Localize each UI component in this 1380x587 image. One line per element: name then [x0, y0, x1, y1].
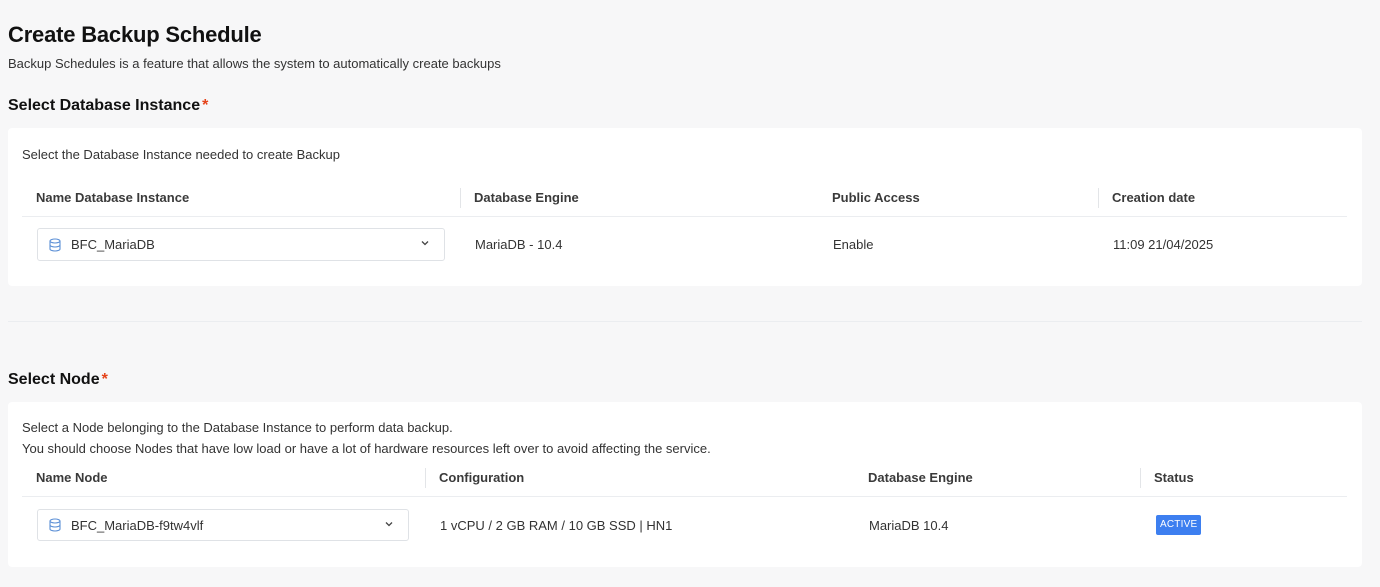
instance-creation-date: 11:09 21/04/2025: [1113, 237, 1214, 252]
instance-description: Select the Database Instance needed to c…: [22, 147, 340, 162]
node-card: Select a Node belonging to the Database …: [8, 402, 1362, 567]
chevron-down-icon: [420, 238, 430, 248]
database-icon: [48, 237, 62, 252]
instance-section-title: Select Database Instance *: [8, 97, 208, 115]
page-subtitle: Backup Schedules is a feature that allow…: [8, 56, 501, 71]
node-description-line1: Select a Node belonging to the Database …: [22, 420, 453, 435]
instance-select[interactable]: BFC_MariaDB: [37, 228, 445, 261]
status-badge: ACTIVE: [1156, 515, 1202, 535]
page-title: Create Backup Schedule: [8, 22, 262, 47]
section-divider: [8, 321, 1362, 322]
node-table-row: BFC_MariaDB-f9tw4vlf 1 vCPU / 2 GB RAM /…: [22, 509, 1347, 553]
instance-public-access: Enable: [833, 237, 874, 252]
column-header-name-instance: Name Database Instance: [36, 190, 190, 205]
node-section-title-text: Select Node: [8, 371, 100, 388]
instance-select-value: BFC_MariaDB: [71, 237, 155, 252]
instance-card: Select the Database Instance needed to c…: [8, 128, 1362, 286]
node-select[interactable]: BFC_MariaDB-f9tw4vlf: [37, 509, 409, 541]
node-status-cell: ACTIVE: [1156, 509, 1202, 541]
instance-section-title-text: Select Database Instance: [8, 97, 201, 114]
create-backup-schedule-page: Create Backup Schedule Backup Schedules …: [0, 0, 1380, 587]
required-mark: *: [101, 371, 108, 388]
column-header-name-node: Name Node: [36, 470, 108, 485]
node-description-line2: You should choose Nodes that have low lo…: [22, 441, 711, 456]
node-section-title: Select Node *: [8, 371, 108, 389]
node-configuration: 1 vCPU / 2 GB RAM / 10 GB SSD | HN1: [440, 517, 673, 533]
column-header-configuration: Configuration: [439, 470, 525, 485]
instance-table-header: Name Database Instance Database Engine P…: [22, 188, 1347, 217]
node-engine: MariaDB 10.4: [869, 517, 949, 533]
instance-engine: MariaDB - 10.4: [475, 237, 563, 252]
column-header-status: Status: [1154, 470, 1194, 485]
chevron-down-icon: [384, 519, 394, 529]
database-icon: [48, 518, 62, 532]
instance-table-row: BFC_MariaDB MariaDB - 10.4 Enable 11:09 …: [22, 228, 1347, 272]
node-table-header: Name Node Configuration Database Engine …: [22, 468, 1347, 497]
column-header-database-engine: Database Engine: [474, 190, 579, 205]
required-mark: *: [202, 97, 209, 114]
column-header-creation-date: Creation date: [1112, 190, 1196, 205]
node-select-value: BFC_MariaDB-f9tw4vlf: [71, 517, 204, 533]
column-header-public-access: Public Access: [832, 190, 920, 205]
column-header-database-engine: Database Engine: [868, 470, 973, 485]
